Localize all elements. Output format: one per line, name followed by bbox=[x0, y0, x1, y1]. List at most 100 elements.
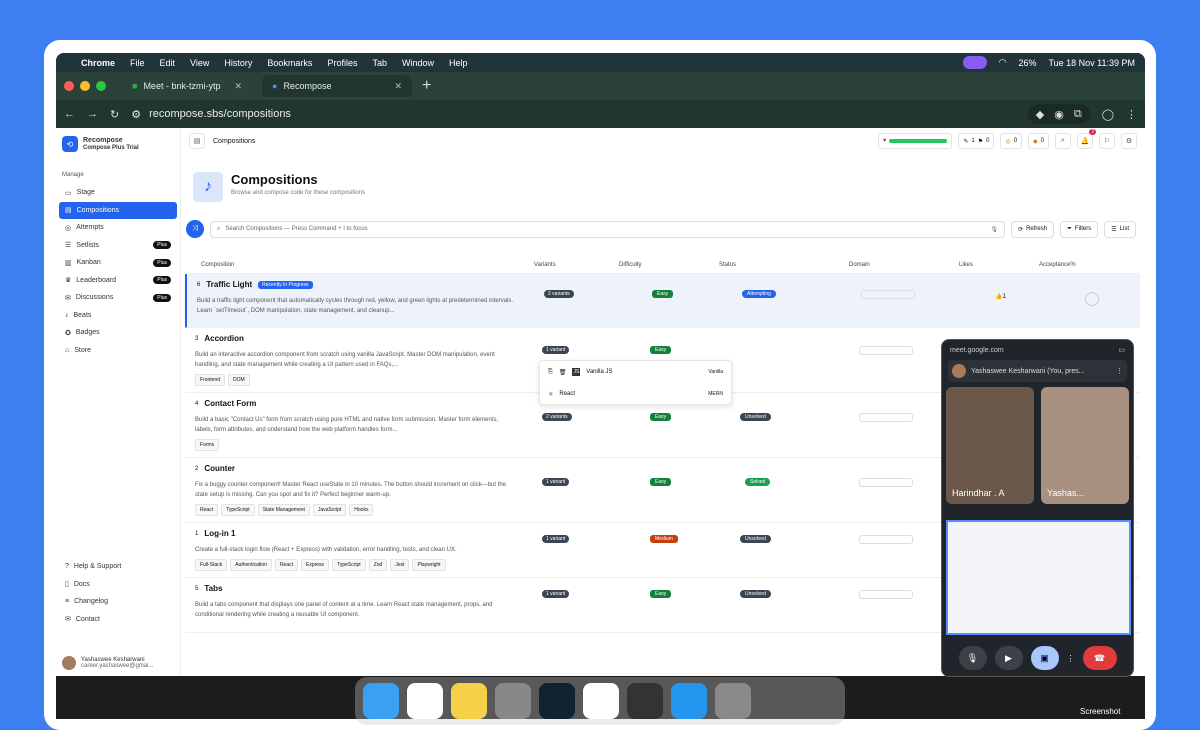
settings-icon[interactable] bbox=[495, 683, 531, 719]
screen-share-indicator-icon[interactable] bbox=[962, 56, 987, 69]
list-button[interactable]: ☰ List bbox=[1104, 220, 1136, 238]
col-status[interactable]: Status bbox=[719, 262, 849, 268]
user-menu[interactable]: Yashaswee Kesharwani career.yashaswee@gma… bbox=[62, 656, 153, 670]
wifi-icon[interactable]: ◠ bbox=[999, 57, 1007, 68]
shared-screen-preview[interactable] bbox=[946, 520, 1131, 635]
menu-window[interactable]: Window bbox=[402, 58, 434, 68]
battery-label[interactable]: 26% bbox=[1018, 58, 1036, 68]
sidebar-item-stage[interactable]: ▭ Stage bbox=[59, 184, 177, 202]
close-icon[interactable]: ✕ bbox=[234, 81, 242, 92]
variants-dropdown[interactable]: 1 variant bbox=[542, 346, 570, 354]
variants-dropdown[interactable]: 2 variants bbox=[542, 413, 572, 421]
clock[interactable]: Tue 18 Nov 11:39 PM bbox=[1048, 58, 1135, 68]
col-composition[interactable]: Composition bbox=[189, 262, 534, 268]
search-input[interactable]: ⌕ Search Compositions — Press Command + I… bbox=[210, 220, 1006, 238]
close-window-icon[interactable] bbox=[64, 81, 74, 91]
row-title[interactable]: Tabs bbox=[204, 584, 222, 593]
present-icon[interactable]: ▣ bbox=[1030, 646, 1059, 670]
coin-stat[interactable]: ◎ 0 bbox=[1000, 133, 1023, 149]
puzzle-icon[interactable]: ⧉ bbox=[1074, 108, 1082, 121]
menu-bookmarks[interactable]: Bookmarks bbox=[267, 58, 312, 68]
variants-dropdown[interactable]: 1 variant bbox=[542, 590, 570, 598]
menu-profiles[interactable]: Profiles bbox=[327, 58, 357, 68]
zoom-window-icon[interactable] bbox=[96, 81, 106, 91]
tag[interactable]: JavaScript bbox=[312, 504, 347, 516]
bell-icon[interactable]: 🔔 2 bbox=[1077, 129, 1096, 149]
mic-icon[interactable]: 🎙 bbox=[958, 646, 987, 670]
new-tab-icon[interactable]: + bbox=[422, 77, 431, 95]
tag[interactable]: TypeScript bbox=[221, 504, 255, 516]
participant-tile[interactable]: Yashas... bbox=[1041, 387, 1129, 504]
menu-help[interactable]: Help bbox=[449, 58, 468, 68]
filters-button[interactable]: ⏷ Filters bbox=[1060, 220, 1099, 238]
participant-tile[interactable]: Harindhar . A bbox=[946, 387, 1034, 504]
pip-icon[interactable]: ▭ bbox=[1118, 346, 1125, 354]
tag[interactable]: Frontend bbox=[195, 374, 226, 386]
tag[interactable]: Hooks bbox=[349, 504, 374, 516]
tag[interactable]: TypeScript bbox=[332, 559, 366, 571]
profile-avatar[interactable]: ◯ bbox=[1102, 108, 1114, 121]
tag[interactable]: React bbox=[274, 559, 298, 571]
col-difficulty[interactable]: Difficulty bbox=[619, 262, 719, 268]
mic-icon[interactable]: 🎙 bbox=[990, 226, 998, 233]
menu-history[interactable]: History bbox=[224, 58, 252, 68]
row-title[interactable]: Log-in 1 bbox=[204, 529, 235, 538]
sidebar-item-kanban[interactable]: ▥ Kanban Plus bbox=[59, 254, 177, 272]
tag[interactable]: State Management bbox=[257, 504, 310, 516]
gem-stat[interactable]: ◆ 0 bbox=[1028, 133, 1049, 149]
copy-icon[interactable]: ⎘ bbox=[548, 369, 553, 376]
likes[interactable]: 👍1 bbox=[995, 293, 1006, 300]
menu-edit[interactable]: Edit bbox=[160, 58, 176, 68]
row-title[interactable]: Accordion bbox=[204, 334, 244, 343]
tag[interactable]: Express bbox=[301, 559, 330, 571]
variants-dropdown[interactable]: 1 variant bbox=[542, 535, 570, 543]
sidebar-item-help[interactable]: ? Help & Support bbox=[59, 558, 177, 576]
sidebar-item-contact[interactable]: ✉ Contact bbox=[59, 611, 177, 629]
tag[interactable]: DOM bbox=[228, 374, 250, 386]
row-title[interactable]: Traffic Light bbox=[206, 280, 252, 289]
streak-stat[interactable]: ✎ 1 ⚑ 0 bbox=[958, 133, 995, 149]
gear-icon[interactable]: ⚙ bbox=[1121, 133, 1137, 149]
tag[interactable]: Full-Stack bbox=[195, 559, 228, 571]
tag[interactable]: Authentication bbox=[230, 559, 272, 571]
extension-icon[interactable]: ◉ bbox=[1054, 108, 1064, 121]
sidebar-item-compositions[interactable]: ▤ Compositions bbox=[59, 201, 177, 219]
reload-icon[interactable]: ↻ bbox=[110, 108, 119, 121]
sidebar-item-attempts[interactable]: ◎ Attempts bbox=[59, 219, 177, 237]
forward-icon[interactable]: → bbox=[87, 108, 98, 120]
sidebar-item-setlists[interactable]: ☰ Setlists Plus bbox=[59, 237, 177, 255]
hang-up-icon[interactable]: ☎ bbox=[1082, 646, 1117, 670]
more-icon[interactable]: ⋮ bbox=[1116, 367, 1123, 375]
breadcrumb[interactable]: Compositions bbox=[213, 138, 255, 145]
health-stat[interactable]: ♥ bbox=[877, 133, 953, 149]
sidebar-item-leaderboard[interactable]: ♛ Leaderboard Plus bbox=[59, 272, 177, 290]
tab-recompose[interactable]: ● Recompose ✕ bbox=[262, 75, 412, 97]
more-icon[interactable]: ⋮ bbox=[1126, 108, 1137, 121]
app-icon[interactable] bbox=[627, 683, 663, 719]
menu-app[interactable]: Chrome bbox=[81, 58, 115, 68]
language-flag-icon[interactable]: ⚐ bbox=[1099, 133, 1115, 149]
presenter-bar[interactable]: Yashaswee Kesharwani (You, pres... ⋮ bbox=[948, 360, 1127, 382]
col-acceptance[interactable]: Acceptance% bbox=[1039, 262, 1076, 268]
url-input[interactable]: ⚙ recompose.sbs/compositions bbox=[131, 104, 931, 124]
docker-icon[interactable] bbox=[671, 683, 707, 719]
table-row[interactable]: 6 Traffic Light Recently In Progress Build… bbox=[185, 274, 1140, 328]
back-icon[interactable]: ← bbox=[64, 108, 75, 120]
close-icon[interactable]: ✕ bbox=[394, 81, 402, 92]
brand[interactable]: ⟲ Recompose Compose Plus Trial bbox=[56, 128, 180, 160]
extension-icon[interactable]: ◆ bbox=[1036, 108, 1044, 121]
menu-file[interactable]: File bbox=[130, 58, 145, 68]
tag[interactable]: React bbox=[195, 504, 219, 516]
sidebar-item-badges[interactable]: ✪ Badges bbox=[59, 324, 177, 342]
app-icon[interactable] bbox=[539, 683, 575, 719]
tag[interactable]: Zod bbox=[368, 559, 388, 571]
menu-view[interactable]: View bbox=[190, 58, 209, 68]
minimize-window-icon[interactable] bbox=[80, 81, 90, 91]
menu-tab[interactable]: Tab bbox=[372, 58, 387, 68]
trash-icon[interactable]: 🗑 bbox=[559, 369, 567, 376]
chrome-icon[interactable] bbox=[583, 683, 619, 719]
sidebar-toggle-icon[interactable]: ▤ bbox=[189, 133, 205, 149]
notes-icon[interactable] bbox=[451, 683, 487, 719]
col-likes[interactable]: Likes bbox=[959, 262, 1039, 268]
tag[interactable]: Jest bbox=[390, 559, 410, 571]
